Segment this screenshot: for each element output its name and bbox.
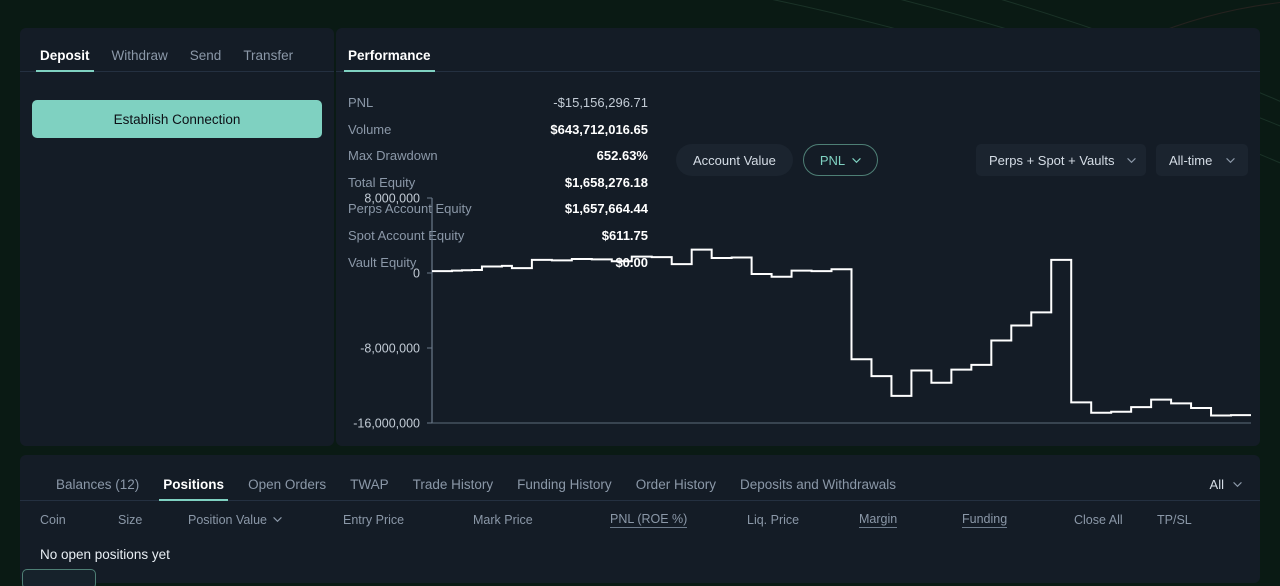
tab-positions[interactable]: Positions [159,477,228,501]
chevron-down-icon [1126,156,1136,165]
column-header-label: TP/SL [1157,512,1192,527]
tab-open-orders[interactable]: Open Orders [248,477,326,501]
tab-funding-history[interactable]: Funding History [517,477,612,501]
column-header-label: Entry Price [343,512,405,527]
pnl-chart[interactable]: 8,000,000 0 -8,000,000 -16,000,000 [336,188,1260,446]
chevron-down-icon [273,515,282,524]
stat-row: Max Drawdown 652.63% [348,148,648,175]
column-header: Mark Price [473,513,610,527]
column-header-label: Mark Price [473,512,533,527]
establish-connection-button[interactable]: Establish Connection [32,100,322,138]
chevron-down-icon [1233,480,1242,489]
column-header[interactable]: PNL (ROE %) [610,512,747,528]
stat-label: Max Drawdown [348,148,438,164]
chart-filter-dropdowns: Perps + Spot + Vaults All-time [976,144,1248,176]
y-axis-tick-label: 0 [413,267,420,281]
tab-trade-history[interactable]: Trade History [413,477,494,501]
performance-body: PNL -$15,156,296.71 Volume $643,712,016.65 M… [336,72,1260,446]
account-actions-panel: Deposit Withdraw Send Transfer Establish… [20,28,334,446]
tab-deposits-withdrawals[interactable]: Deposits and Withdrawals [740,477,896,501]
positions-filter-label: All [1209,477,1224,492]
stat-value: -$15,156,296.71 [553,95,648,110]
column-header-label: Coin [40,512,66,527]
column-header-label: Close All [1074,512,1123,527]
toggle-pnl[interactable]: PNL [802,144,879,176]
toggle-account-value-label: Account Value [693,152,776,168]
stat-row: PNL -$15,156,296.71 [348,95,648,122]
stat-value: $643,712,016.65 [550,121,648,137]
column-header-label: Margin [859,511,898,528]
stat-label: PNL [348,95,374,110]
positions-tab-bar: Balances (12) Positions Open Orders TWAP… [20,455,1260,501]
chevron-down-icon [852,156,861,165]
dropdown-account-scope-label: Perps + Spot + Vaults [989,152,1115,168]
pnl-line-series [432,248,1251,417]
tab-balances[interactable]: Balances (12) [56,477,139,501]
tab-twap[interactable]: TWAP [350,477,389,501]
column-header-label: Position Value [188,512,267,527]
tab-transfer[interactable]: Transfer [243,48,293,72]
positions-column-headers: Coin Size Position Value Entry Price Mark Pr… [20,501,1260,538]
column-header[interactable]: Funding [962,512,1074,528]
stat-row: Volume $643,712,016.65 [348,122,648,149]
column-header: TP/SL [1157,513,1217,527]
dropdown-account-scope[interactable]: Perps + Spot + Vaults [976,144,1146,176]
positions-filter-dropdown[interactable]: All [1210,477,1242,492]
positions-empty-message: No open positions yet [40,547,170,562]
column-header[interactable]: Margin [859,512,962,528]
stat-label: Volume [348,121,392,137]
column-header: Size [118,513,188,527]
toggle-pnl-label: PNL [819,152,846,168]
column-header: Liq. Price [747,513,859,527]
dropdown-time-range[interactable]: All-time [1156,144,1248,176]
tab-deposit[interactable]: Deposit [36,48,93,72]
column-header-label: Size [118,512,143,527]
column-header: Entry Price [343,513,473,527]
column-header-label: Funding [962,511,1008,528]
column-header[interactable]: Position Value [188,513,343,527]
tab-send[interactable]: Send [190,48,222,72]
toggle-account-value[interactable]: Account Value [676,144,793,176]
positions-panel: Balances (12) Positions Open Orders TWAP… [20,455,1260,586]
corner-chip[interactable] [22,569,96,586]
chevron-down-icon [1226,156,1235,165]
account-action-tabs: Deposit Withdraw Send Transfer [20,28,334,72]
y-axis-tick-label: -8,000,000 [360,342,420,356]
dropdown-time-range-label: All-time [1169,152,1213,168]
chart-metric-toggles: Account Value PNL [676,144,879,176]
tab-performance[interactable]: Performance [344,48,435,72]
tab-withdraw[interactable]: Withdraw [112,48,168,72]
column-header: Coin [40,513,118,527]
performance-panel: Performance PNL -$15,156,296.71 Volume $643… [336,28,1260,446]
tab-order-history[interactable]: Order History [636,477,716,501]
column-header-label: Liq. Price [747,512,800,527]
y-axis-tick-label: -16,000,000 [353,417,420,431]
stat-value: 652.63% [596,148,648,164]
performance-tabs: Performance [336,28,1260,72]
y-axis-tick-label: 8,000,000 [364,192,420,206]
column-header: Close All [1074,513,1157,527]
column-header-label: PNL (ROE %) [610,511,688,528]
